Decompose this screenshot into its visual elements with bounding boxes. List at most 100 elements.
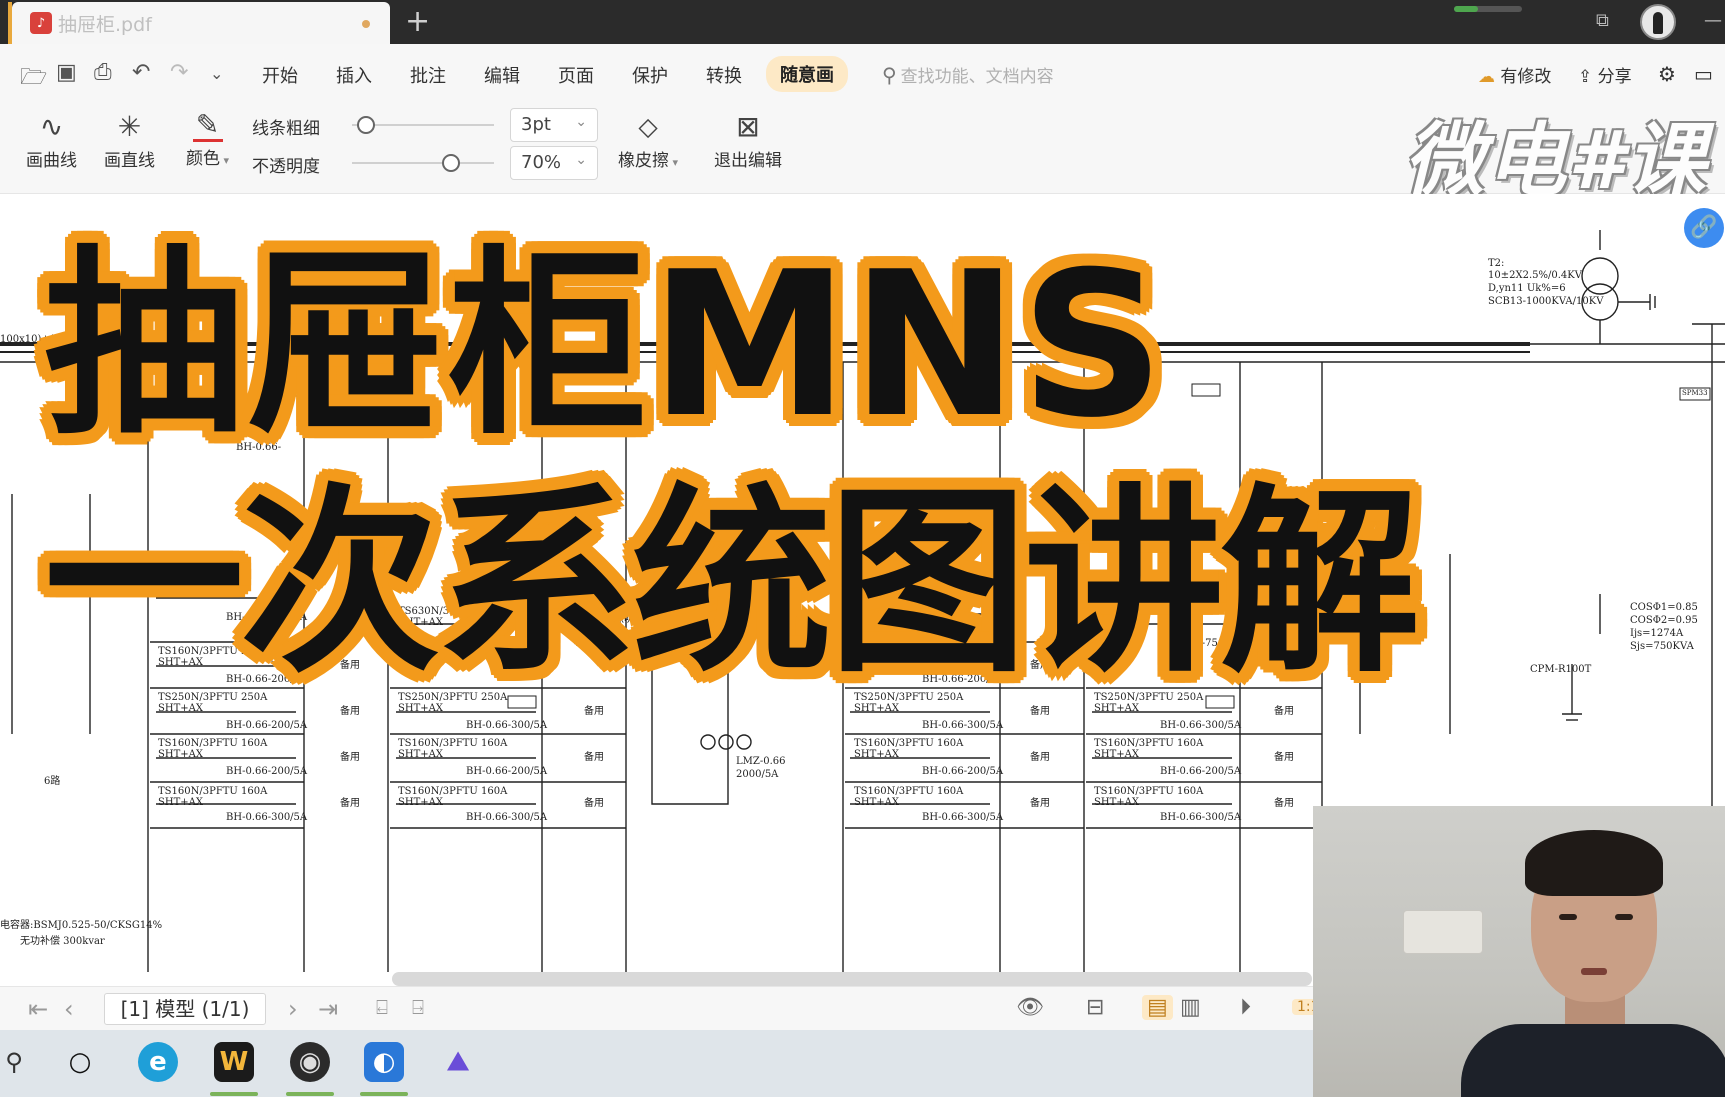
feeder-d5-spare: 备用 [1030, 798, 1050, 809]
menu-start[interactable]: 开始 [262, 62, 298, 88]
feeder-b4-spare: 备用 [584, 798, 604, 809]
feeder-a4-shunt: SHT+AX [158, 749, 203, 760]
document-tab[interactable]: ♪ 抽屉柜.pdf [12, 2, 390, 44]
feeder-b3-shunt: SHT+AX [398, 749, 443, 760]
chevron-down-icon: ⌄ [575, 114, 587, 130]
share-link-icon[interactable]: 🔗 [1684, 208, 1724, 248]
cortana-circle-icon[interactable]: ○ [60, 1042, 100, 1082]
single-page-icon[interactable]: ▤ [1142, 995, 1173, 1020]
close-box-icon: ⊠ [736, 110, 760, 143]
feeder-a4-spare: 备用 [340, 752, 360, 763]
transformer-spec-1: 10±2X2.5%/0.4KV [1488, 270, 1582, 281]
menu-convert[interactable]: 转换 [706, 62, 742, 88]
search-icon[interactable]: ⚲ [0, 1042, 34, 1082]
minimize-icon[interactable]: — [1704, 10, 1722, 31]
opacity-select[interactable]: 70% ⌄ [510, 146, 598, 180]
menu-edit[interactable]: 编辑 [484, 62, 520, 88]
fit-width-icon[interactable]: ⊟ [1086, 995, 1104, 1020]
feeder-a5-spare: 备用 [340, 798, 360, 809]
share-button[interactable]: ⇪ 分享 [1578, 62, 1632, 87]
presenter-mouth [1581, 968, 1607, 975]
feeder-e3-ct: BH-0.66-200/5A [1160, 766, 1242, 777]
opacity-knob[interactable] [442, 154, 461, 172]
feeder-e2-ct: BH-0.66-300/5A [1160, 720, 1242, 731]
go-back-icon[interactable]: ⍇ [376, 995, 388, 1019]
go-forward-icon[interactable]: ⍈ [412, 995, 424, 1019]
search-box[interactable]: ⚲ 查找功能、文档内容 [882, 62, 1054, 87]
horizontal-scrollbar[interactable] [392, 972, 1312, 986]
undo-icon[interactable]: ↶ [132, 60, 150, 85]
color-tool[interactable]: ✎ 颜色 ▾ [186, 108, 229, 169]
next-page-icon[interactable]: › [288, 995, 298, 1023]
draw-curve-tool[interactable]: ∿ 画曲线 [26, 108, 77, 171]
comment-icon[interactable]: ▭ [1694, 62, 1713, 86]
presenter-shirt [1461, 1024, 1725, 1097]
wall-air-conditioner [1403, 910, 1483, 954]
last-page-icon[interactable]: ⇥ [318, 995, 338, 1023]
open-folder-icon[interactable]: 🗁 [20, 60, 47, 98]
redo-icon[interactable]: ↷ [170, 60, 188, 85]
draw-line-tool[interactable]: ✳ 画直线 [104, 108, 155, 171]
new-tab-button[interactable]: + [405, 4, 430, 39]
feeder-d5-shunt: SHT+AX [854, 797, 899, 808]
save-icon[interactable]: ▣ [56, 60, 77, 85]
line-width-slider[interactable] [352, 116, 494, 134]
first-page-icon[interactable]: ⇤ [28, 995, 48, 1023]
active-app-indicator [360, 1092, 408, 1096]
wps-office-icon[interactable]: W [214, 1042, 254, 1082]
feeder-d4-shunt: SHT+AX [854, 749, 899, 760]
exit-edit-tool[interactable]: ⊠ 退出编辑 [714, 108, 782, 171]
opacity-label: 不透明度 [252, 157, 320, 177]
play-icon[interactable]: ⏵ [1240, 995, 1251, 1020]
incomer-ct-model: LMZ-0.66 [736, 756, 786, 767]
transformer-label: T2: [1488, 258, 1505, 269]
window-count-icon[interactable]: ⧉ [1596, 10, 1609, 31]
transformer-spec-2: D,yn11 Uk%=6 [1488, 283, 1566, 294]
two-page-icon[interactable]: ▥ [1180, 995, 1201, 1020]
power-spec-2: COSΦ2=0.95 [1630, 615, 1698, 626]
prev-page-icon[interactable]: ‹ [64, 995, 74, 1023]
modified-label: 有修改 [1500, 67, 1552, 87]
feeder-e3-shunt: SHT+AX [1094, 749, 1139, 760]
menu-insert[interactable]: 插入 [336, 62, 372, 88]
menu-protect[interactable]: 保护 [632, 62, 668, 88]
eraser-label: 橡皮擦 [618, 151, 669, 171]
menu-page[interactable]: 页面 [558, 62, 594, 88]
app-mountain-icon[interactable]: ⛰ [438, 1042, 478, 1082]
presenter-eye [1615, 914, 1633, 920]
obs-recorder-icon[interactable]: ◉ [290, 1042, 330, 1082]
opacity-value: 70% [521, 152, 562, 173]
title-bar: ♪ 抽屉柜.pdf + ⧉ — [0, 0, 1725, 44]
webcam-overlay [1313, 806, 1725, 1097]
active-app-indicator [210, 1092, 258, 1096]
feeder-d3-ct: BH-0.66-300/5A [922, 720, 1004, 731]
menu-bar: 🗁 ▣ ⎙ ↶ ↷ ⌄ 开始 插入 批注 编辑 页面 保护 转换 随意画 ⚲ 查找… [0, 44, 1725, 102]
eraser-tool[interactable]: ⬦ 橡皮擦 ▾ [618, 108, 678, 171]
share-label: 分享 [1597, 67, 1632, 87]
cpm-label: CPM-R100T [1530, 664, 1592, 675]
line-width-select[interactable]: 3pt ⌄ [510, 108, 598, 142]
opacity-slider[interactable] [352, 154, 494, 172]
line-width-knob[interactable] [357, 116, 376, 134]
menu-freehand-draw[interactable]: 随意画 [766, 56, 848, 92]
menu-annotate[interactable]: 批注 [410, 62, 446, 88]
eraser-caret-icon: ▾ [669, 156, 679, 169]
headline-line-2: 一次系统图讲解 [44, 467, 1420, 700]
feeder-b4-ct: BH-0.66-300/5A [466, 812, 548, 823]
page-indicator[interactable]: [1] 模型 (1/1) [104, 993, 266, 1025]
eye-protect-icon[interactable]: 👁 [1016, 995, 1044, 1020]
pen-color-icon: ✎ [192, 108, 223, 142]
feeder-b2-ct: BH-0.66-300/5A [466, 720, 548, 731]
browser-icon[interactable]: e [138, 1042, 178, 1082]
unsaved-dot-icon [362, 20, 370, 28]
modified-button[interactable]: ☁ 有修改 [1478, 62, 1551, 87]
settings-gear-icon[interactable]: ⚙ [1658, 62, 1676, 86]
quick-access-more-icon[interactable]: ⌄ [210, 64, 223, 83]
power-spec-4: Sjs=750KVA [1630, 641, 1694, 652]
active-app-indicator [286, 1092, 334, 1096]
user-avatar[interactable] [1640, 4, 1676, 40]
app-swirl-icon[interactable]: ◐ [364, 1042, 404, 1082]
feeder-b4-shunt: SHT+AX [398, 797, 443, 808]
print-icon[interactable]: ⎙ [94, 60, 112, 85]
curve-icon: ∿ [39, 110, 64, 143]
